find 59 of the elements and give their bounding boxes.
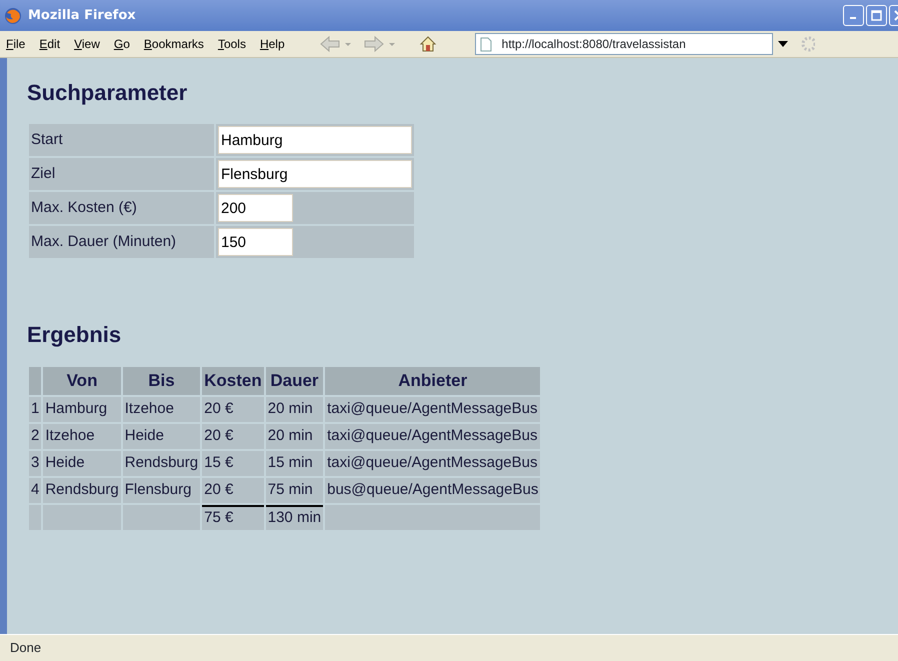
table-cell: Itzehoe (43, 424, 121, 449)
maximize-button[interactable] (866, 5, 887, 26)
menu-item[interactable]: Go (114, 35, 130, 53)
table-cell: taxi@queue/AgentMessageBus (325, 450, 540, 476)
table-cell: Rendsburg (43, 478, 121, 503)
row-number: 4 (29, 478, 42, 503)
table-cell: Rendsburg (122, 450, 200, 476)
menu-item[interactable]: Edit (39, 35, 60, 53)
menu-item[interactable]: Help (260, 35, 285, 53)
section-heading: Ergebnis (27, 322, 122, 349)
table-cell: Hamburg (43, 396, 121, 422)
input-field[interactable]: Hamburg (218, 126, 412, 154)
page-icon (480, 36, 492, 52)
table-cell: 20 € (202, 396, 264, 422)
dropdown-icon[interactable] (776, 40, 789, 48)
table-cell: 20 min (266, 424, 324, 449)
menu-item[interactable]: Bookmarks (144, 35, 204, 53)
row-number: 2 (29, 424, 42, 449)
input-field[interactable]: 150 (218, 228, 293, 256)
section-heading: Suchparameter (27, 80, 188, 106)
input-field[interactable]: 200 (218, 194, 293, 222)
field-label: Max. Dauer (Minuten) (29, 226, 214, 258)
total-cell: 130 min (266, 504, 324, 530)
column-header: Bis (122, 366, 200, 395)
field-label: Ziel (29, 158, 214, 190)
menu-item[interactable]: Tools (218, 35, 246, 53)
maximize-icon (871, 10, 882, 21)
table-cell: taxi@queue/AgentMessageBus (325, 424, 540, 449)
table-cell: 75 min (266, 478, 324, 503)
row-number: 3 (29, 450, 42, 476)
column-header: Von (43, 366, 121, 395)
column-header: Anbieter (325, 366, 540, 395)
home-icon[interactable] (418, 35, 437, 53)
table-cell: Heide (122, 424, 200, 449)
address-field[interactable]: http://localhost:8080/travelassistan (474, 33, 773, 55)
browser-logo-icon (4, 6, 22, 24)
column-header: Kosten (202, 366, 264, 395)
table-cell: 15 min (266, 450, 324, 476)
minimize-button[interactable] (843, 5, 864, 26)
total-cell: 75 € (202, 504, 264, 530)
table-cell: bus@queue/AgentMessageBus (325, 478, 540, 503)
table-cell: Heide (43, 450, 121, 476)
column-header: Dauer (266, 366, 324, 395)
field-label: Start (29, 124, 214, 156)
input-field[interactable]: Flensburg (218, 160, 412, 188)
table-cell: 20 € (202, 478, 264, 503)
status-text: Done (10, 639, 42, 658)
table-cell: taxi@queue/AgentMessageBus (325, 396, 540, 422)
row-number: 1 (29, 396, 42, 422)
table-cell: Itzehoe (122, 396, 200, 422)
table-cell: 20 € (202, 424, 264, 449)
throbber-icon (798, 35, 815, 53)
menu-item[interactable]: File (6, 35, 26, 53)
window-title: Mozilla Firefox (28, 6, 136, 25)
field-label: Max. Kosten (€) (29, 192, 214, 224)
table-cell: Flensburg (122, 478, 200, 503)
menu-item[interactable]: View (74, 35, 100, 53)
table-cell: 20 min (266, 396, 324, 422)
table-cell: 15 € (202, 450, 264, 476)
